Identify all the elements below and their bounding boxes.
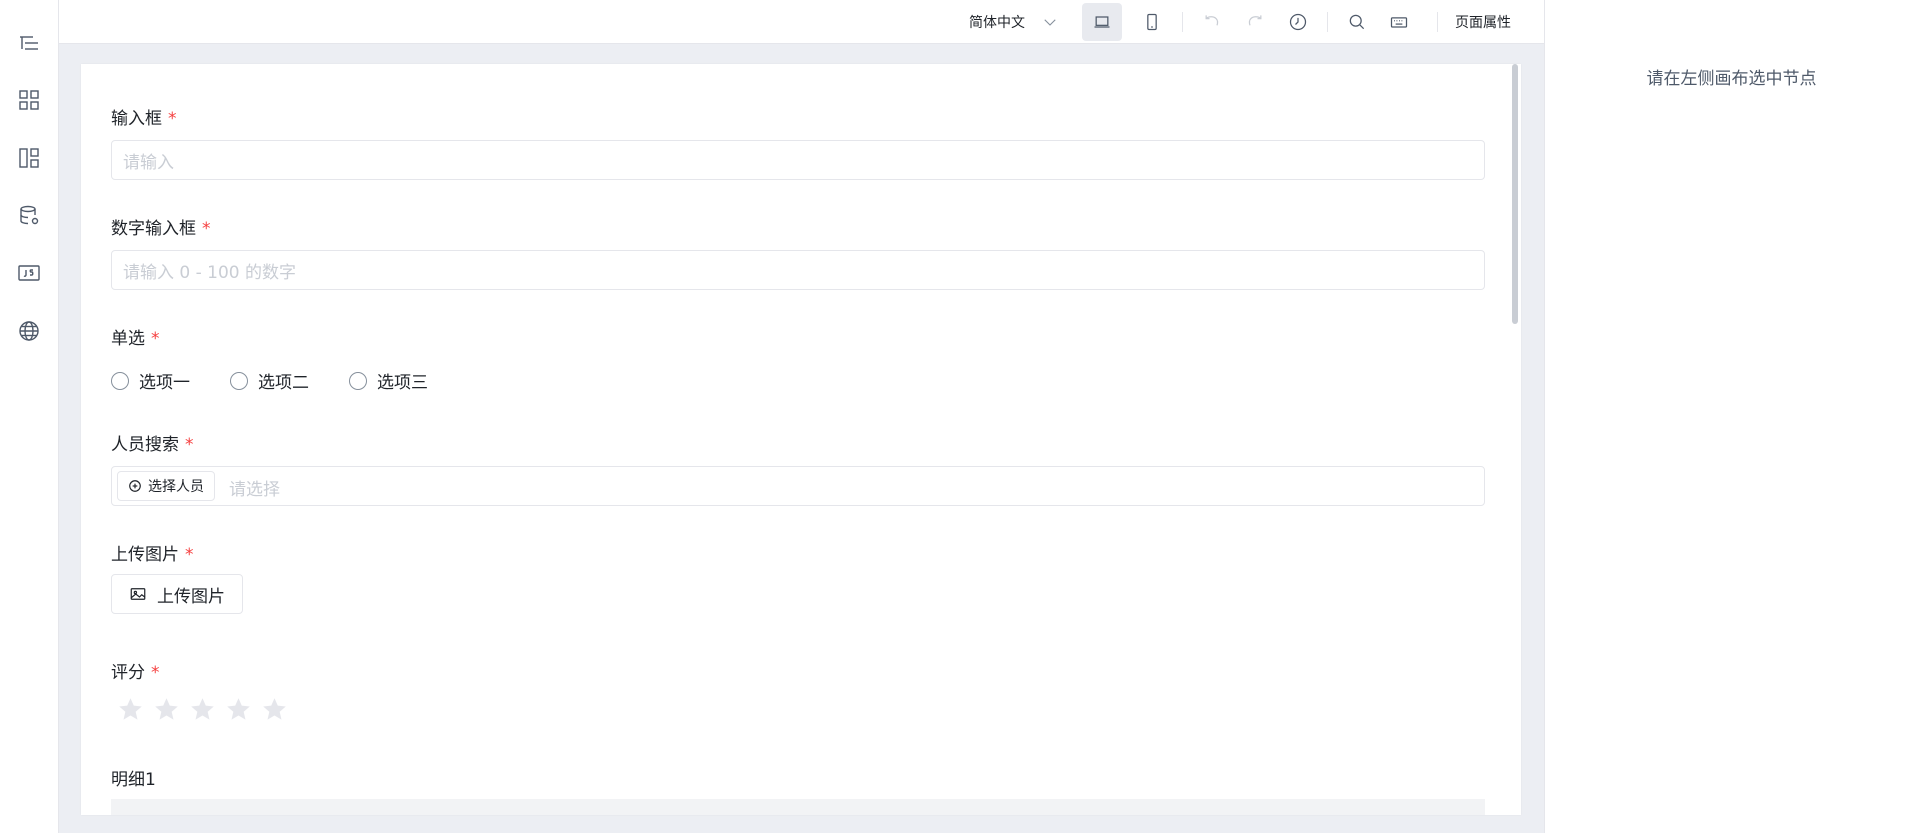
- radio-option-label: 选项一: [139, 373, 190, 393]
- upload-image-label: 上传图片 *: [111, 545, 194, 565]
- left-icon-rail: [0, 0, 59, 833]
- outline-tree-icon[interactable]: [15, 30, 43, 58]
- desktop-view-button[interactable]: [1082, 3, 1122, 41]
- empty-selection-hint: 请在左侧画布选中节点: [1646, 69, 1817, 89]
- components-grid-icon[interactable]: [15, 86, 43, 114]
- required-mark: *: [151, 329, 160, 349]
- radio-circle[interactable]: [349, 371, 367, 390]
- text-input-field[interactable]: 请输入: [111, 140, 1485, 180]
- required-mark: *: [151, 663, 160, 683]
- phone-icon: [1147, 13, 1157, 31]
- detail-label: 明细1: [111, 770, 156, 790]
- radio-label: 单选 *: [111, 329, 160, 349]
- number-input-field[interactable]: 请输入 0 - 100 的数字: [111, 250, 1485, 290]
- search-icon: [1349, 14, 1365, 30]
- rating-stars: [117, 696, 288, 723]
- radio-circle[interactable]: [111, 371, 129, 390]
- search-button[interactable]: [1344, 9, 1370, 35]
- select-person-button[interactable]: 选择人员: [117, 471, 215, 501]
- keyboard-icon: [1390, 17, 1408, 28]
- radio-option-label: 选项三: [377, 373, 428, 393]
- history-button[interactable]: [1285, 9, 1311, 35]
- layout-template-icon[interactable]: [15, 144, 43, 172]
- toolbar-divider: [1437, 12, 1438, 32]
- rating-label: 评分 *: [111, 663, 160, 683]
- toolbar-divider: [1327, 12, 1328, 32]
- top-toolbar: 简体中文 页面属性: [59, 0, 1544, 44]
- undo-button[interactable]: [1199, 9, 1225, 35]
- js-icon[interactable]: [15, 259, 43, 287]
- redo-button[interactable]: [1242, 9, 1268, 35]
- star-icon[interactable]: [153, 696, 180, 723]
- globe-icon[interactable]: [15, 317, 43, 345]
- form-canvas[interactable]: 输入框 * 请输入 数字输入框 * 请输入 0 - 100 的数字 单选 * 选项一 …: [81, 64, 1521, 815]
- upload-image-button-label: 上传图片: [157, 586, 225, 607]
- toolbar-divider: [1182, 12, 1183, 32]
- select-person-label: 选择人员: [148, 479, 204, 495]
- required-mark: *: [185, 545, 194, 565]
- radio-group: 选项一 选项二 选项三: [111, 368, 468, 393]
- redo-icon: [1248, 15, 1262, 26]
- text-input-placeholder: 请输入: [123, 152, 174, 173]
- image-icon: [130, 588, 146, 600]
- designer-workspace: 简体中文 页面属性 输入框 * 请输入 数字输入框 * 请输入 0 - 100 …: [59, 0, 1544, 833]
- radio-option-3[interactable]: 选项三: [349, 368, 428, 393]
- number-input-placeholder: 请输入 0 - 100 的数字: [123, 262, 297, 283]
- language-select[interactable]: 简体中文: [969, 0, 1059, 44]
- star-icon[interactable]: [261, 696, 288, 723]
- datasource-icon[interactable]: [15, 202, 43, 230]
- canvas-scrollbar[interactable]: [1512, 64, 1518, 324]
- properties-panel: 请在左侧画布选中节点: [1544, 0, 1917, 833]
- plus-circle-icon: [129, 480, 141, 492]
- undo-icon: [1205, 15, 1219, 26]
- upload-image-button[interactable]: 上传图片: [111, 574, 243, 614]
- text-input-label: 输入框 *: [111, 109, 177, 129]
- radio-option-2[interactable]: 选项二: [230, 368, 309, 393]
- shortcuts-button[interactable]: [1386, 9, 1412, 35]
- laptop-icon: [1094, 16, 1110, 28]
- person-search-label: 人员搜索 *: [111, 435, 194, 455]
- required-mark: *: [202, 219, 211, 239]
- star-icon[interactable]: [189, 696, 216, 723]
- star-icon[interactable]: [117, 696, 144, 723]
- required-mark: *: [185, 435, 194, 455]
- radio-option-1[interactable]: 选项一: [111, 368, 190, 393]
- language-value: 简体中文: [969, 15, 1025, 31]
- required-mark: *: [168, 109, 177, 129]
- person-search-field[interactable]: 选择人员 请选择: [111, 466, 1485, 506]
- mobile-view-button[interactable]: [1139, 9, 1165, 35]
- clock-icon: [1289, 13, 1307, 31]
- number-input-label: 数字输入框 *: [111, 219, 211, 239]
- page-properties-label: 页面属性: [1455, 15, 1511, 31]
- person-search-placeholder: 请选择: [229, 479, 280, 500]
- detail-table-header: [111, 799, 1485, 815]
- star-icon[interactable]: [225, 696, 252, 723]
- page-properties-button[interactable]: 页面属性: [1455, 0, 1511, 44]
- chevron-down-icon: [1044, 19, 1056, 26]
- radio-circle[interactable]: [230, 371, 248, 390]
- radio-option-label: 选项二: [258, 373, 309, 393]
